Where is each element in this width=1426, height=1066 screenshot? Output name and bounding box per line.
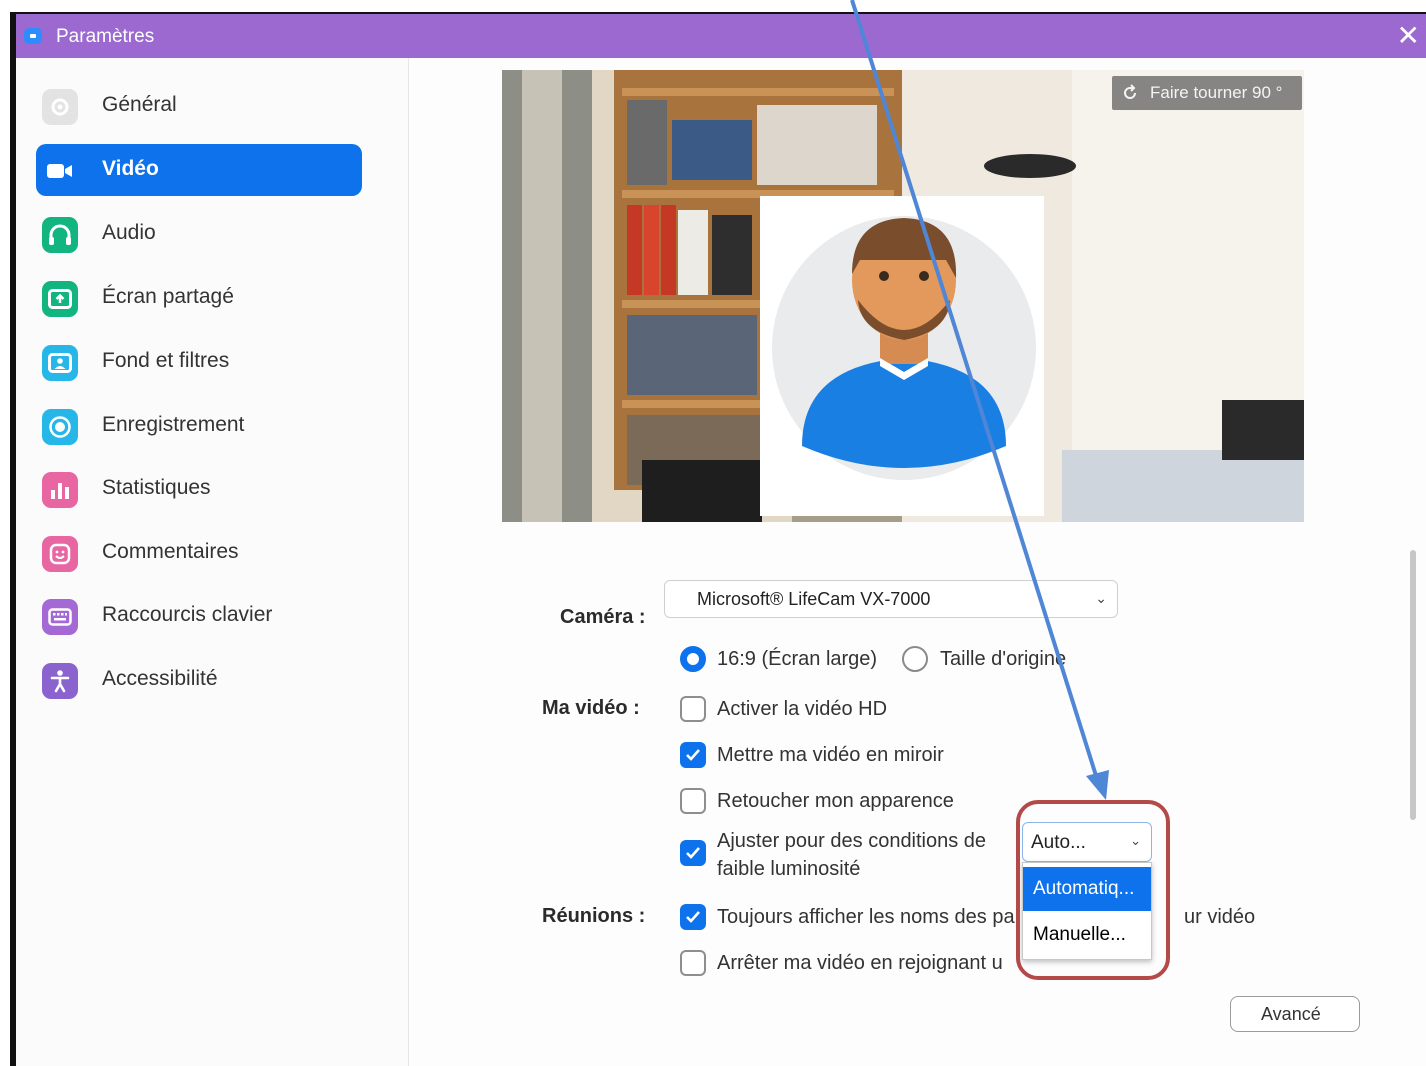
rotate-90-button[interactable]: Faire tourner 90 °: [1112, 76, 1302, 110]
sidebar-item-audio[interactable]: Audio: [36, 208, 362, 260]
sidebar-item-background-filters[interactable]: Fond et filtres: [36, 336, 362, 388]
low-light-label-line2: faible luminosité: [717, 858, 861, 880]
sidebar-item-accessibility[interactable]: Accessibilité: [36, 654, 362, 706]
advanced-label: Avancé: [1261, 1004, 1321, 1024]
low-light-mode-select[interactable]: Auto... ⌄: [1022, 822, 1152, 862]
sidebar-item-label: Général: [102, 93, 177, 116]
sidebar-item-label: Accessibilité: [102, 667, 218, 690]
keyboard-icon: [42, 599, 78, 635]
zoom-logo-icon: [24, 28, 42, 44]
low-light-mode-dropdown: Automatiq... Manuelle...: [1022, 862, 1152, 960]
smile-icon: [42, 536, 78, 572]
chevron-down-icon: ⌄: [1130, 833, 1141, 848]
video-camera-icon: [42, 153, 78, 189]
sidebar-item-label: Commentaires: [102, 540, 239, 563]
camera-label: Caméra :: [560, 606, 646, 628]
hd-video-checkbox[interactable]: [680, 696, 706, 722]
accessibility-icon: [42, 663, 78, 699]
mirror-video-label: Mettre ma vidéo en miroir: [717, 744, 944, 766]
settings-sidebar: Général Vidéo Audio Écran partagé Fond e…: [16, 58, 409, 1066]
sidebar-item-label: Statistiques: [102, 476, 211, 499]
sidebar-item-recording[interactable]: Enregistrement: [36, 400, 362, 452]
sidebar-item-keyboard-shortcuts[interactable]: Raccourcis clavier: [36, 590, 362, 642]
camera-select-value: Microsoft® LifeCam VX-7000: [697, 589, 931, 609]
ratio-original-radio[interactable]: [902, 646, 928, 672]
low-light-mode-value: Auto...: [1031, 832, 1086, 853]
camera-select[interactable]: Microsoft® LifeCam VX-7000 ⌄: [664, 580, 1118, 618]
ratio-wide-radio[interactable]: [680, 646, 706, 672]
show-names-label: Toujours afficher les noms des pa: [717, 906, 1015, 928]
meetings-label: Réunions :: [542, 905, 646, 927]
ratio-original-label: Taille d'origine: [940, 648, 1067, 670]
chevron-down-icon: ⌄: [1095, 590, 1107, 606]
video-preview: [502, 70, 1304, 522]
my-video-label: Ma vidéo :: [542, 697, 640, 719]
checkmark-icon: [686, 749, 700, 761]
show-names-checkbox[interactable]: [680, 904, 706, 930]
title-bar: Paramètres ✕: [16, 14, 1426, 58]
rotate-label: Faire tourner 90 °: [1150, 83, 1283, 102]
rotate-icon: [1124, 84, 1136, 99]
sidebar-item-general[interactable]: Général: [36, 80, 362, 132]
sidebar-item-label: Écran partagé: [102, 285, 234, 308]
stop-video-on-join-label: Arrêter ma vidéo en rejoignant u: [717, 952, 1003, 974]
sidebar-item-label: Raccourcis clavier: [102, 603, 273, 626]
sidebar-item-label: Audio: [102, 221, 156, 244]
ratio-wide-label: 16:9 (Écran large): [717, 648, 878, 670]
background-person-icon: [42, 345, 78, 381]
gear-icon: [42, 89, 78, 125]
checkmark-icon: [686, 911, 700, 923]
advanced-button[interactable]: Avancé: [1230, 996, 1360, 1032]
show-names-label-tail: ur vidéo: [1184, 906, 1256, 928]
sidebar-item-video[interactable]: Vidéo: [36, 144, 362, 196]
headphones-icon: [42, 217, 78, 253]
sidebar-item-statistics[interactable]: Statistiques: [36, 463, 362, 515]
sidebar-item-label: Vidéo: [102, 157, 159, 180]
record-icon: [42, 409, 78, 445]
sidebar-item-label: Enregistrement: [102, 413, 245, 436]
hd-video-label: Activer la vidéo HD: [717, 698, 888, 720]
stop-video-on-join-checkbox[interactable]: [680, 950, 706, 976]
mirror-video-checkbox[interactable]: [680, 742, 706, 768]
touch-up-label: Retoucher mon apparence: [717, 790, 954, 812]
dropdown-option-manual[interactable]: Manuelle...: [1023, 913, 1151, 957]
bar-chart-icon: [42, 472, 78, 508]
low-light-label-line1: Ajuster pour des conditions de: [717, 830, 987, 852]
vertical-scrollbar[interactable]: [1410, 550, 1416, 820]
dropdown-option-label: Manuelle...: [1033, 924, 1126, 945]
checkmark-icon: [686, 847, 700, 859]
low-light-checkbox[interactable]: [680, 840, 706, 866]
sidebar-item-label: Fond et filtres: [102, 349, 230, 372]
close-icon[interactable]: ✕: [1397, 22, 1420, 50]
dropdown-option-automatic[interactable]: Automatiq...: [1023, 867, 1151, 911]
camera-feed-image: [502, 70, 1304, 522]
touch-up-checkbox[interactable]: [680, 788, 706, 814]
window-title: Paramètres: [56, 26, 155, 47]
dropdown-option-label: Automatiq...: [1033, 878, 1135, 899]
sidebar-item-share-screen[interactable]: Écran partagé: [36, 272, 362, 324]
sidebar-item-feedback[interactable]: Commentaires: [36, 527, 362, 579]
share-screen-icon: [42, 281, 78, 317]
